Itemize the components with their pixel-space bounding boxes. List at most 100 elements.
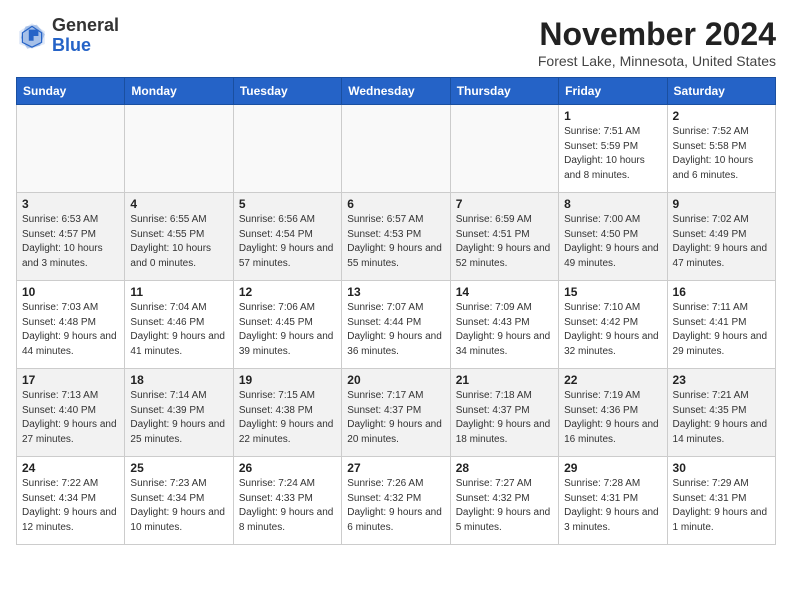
day-info: Sunrise: 7:18 AM Sunset: 4:37 PM Dayligh… xyxy=(456,389,553,447)
day-info: Sunrise: 7:02 AM Sunset: 4:49 PM Dayligh… xyxy=(673,213,770,271)
day-info: Sunrise: 7:29 AM Sunset: 4:31 PM Dayligh… xyxy=(673,477,770,535)
day-number: 24 xyxy=(22,461,119,475)
day-of-week-header: Wednesday xyxy=(342,78,450,105)
calendar-cell: 19Sunrise: 7:15 AM Sunset: 4:38 PM Dayli… xyxy=(233,369,341,457)
day-number: 21 xyxy=(456,373,553,387)
day-info: Sunrise: 6:53 AM Sunset: 4:57 PM Dayligh… xyxy=(22,213,119,271)
day-of-week-header: Sunday xyxy=(17,78,125,105)
day-info: Sunrise: 7:26 AM Sunset: 4:32 PM Dayligh… xyxy=(347,477,444,535)
calendar-cell xyxy=(233,105,341,193)
calendar-cell: 6 Sunrise: 6:57 AM Sunset: 4:53 PM Daylig… xyxy=(342,193,450,281)
day-number: 5 xyxy=(239,197,336,211)
day-info: Sunrise: 7:17 AM Sunset: 4:37 PM Dayligh… xyxy=(347,389,444,447)
day-info: Sunrise: 6:57 AM Sunset: 4:53 PM Dayligh… xyxy=(347,213,444,271)
calendar-cell: 18 Sunrise: 7:14 AM Sunset: 4:39 PM Dayli… xyxy=(125,369,233,457)
calendar-cell: 12Sunrise: 7:06 AM Sunset: 4:45 PM Dayli… xyxy=(233,281,341,369)
calendar-cell: 9 Sunrise: 7:02 AM Sunset: 4:49 PM Daylig… xyxy=(667,193,775,281)
day-info: Sunrise: 7:22 AM Sunset: 4:34 PM Dayligh… xyxy=(22,477,119,535)
day-number: 13 xyxy=(347,285,444,299)
calendar-week-row: 24 Sunrise: 7:22 AM Sunset: 4:34 PM Dayli… xyxy=(17,457,776,545)
day-number: 12 xyxy=(239,285,336,299)
day-number: 19 xyxy=(239,373,336,387)
day-info: Sunrise: 7:28 AM Sunset: 4:31 PM Dayligh… xyxy=(564,477,661,535)
calendar-cell: 24 Sunrise: 7:22 AM Sunset: 4:34 PM Dayli… xyxy=(17,457,125,545)
calendar-week-row: 3 Sunrise: 6:53 AM Sunset: 4:57 PM Daylig… xyxy=(17,193,776,281)
day-info: Sunrise: 7:14 AM Sunset: 4:39 PM Dayligh… xyxy=(130,389,227,447)
day-number: 2 xyxy=(673,109,770,123)
calendar-week-row: 1 Sunrise: 7:51 AM Sunset: 5:59 PM Daylig… xyxy=(17,105,776,193)
day-number: 15 xyxy=(564,285,661,299)
calendar-cell: 28 Sunrise: 7:27 AM Sunset: 4:32 PM Dayli… xyxy=(450,457,558,545)
day-number: 25 xyxy=(130,461,227,475)
calendar-cell: 14 Sunrise: 7:09 AM Sunset: 4:43 PM Dayli… xyxy=(450,281,558,369)
calendar-cell: 22Sunrise: 7:19 AM Sunset: 4:36 PM Dayli… xyxy=(559,369,667,457)
day-info: Sunrise: 7:03 AM Sunset: 4:48 PM Dayligh… xyxy=(22,301,119,359)
title-block: November 2024 Forest Lake, Minnesota, Un… xyxy=(538,16,776,69)
day-info: Sunrise: 6:55 AM Sunset: 4:55 PM Dayligh… xyxy=(130,213,227,271)
day-of-week-header: Monday xyxy=(125,78,233,105)
calendar-cell xyxy=(125,105,233,193)
logo-general-text: General xyxy=(52,15,119,35)
day-info: Sunrise: 7:00 AM Sunset: 4:50 PM Dayligh… xyxy=(564,213,661,271)
day-number: 17 xyxy=(22,373,119,387)
calendar-cell: 20Sunrise: 7:17 AM Sunset: 4:37 PM Dayli… xyxy=(342,369,450,457)
calendar-week-row: 10Sunrise: 7:03 AM Sunset: 4:48 PM Dayli… xyxy=(17,281,776,369)
calendar-cell: 21 Sunrise: 7:18 AM Sunset: 4:37 PM Dayli… xyxy=(450,369,558,457)
day-number: 18 xyxy=(130,373,227,387)
calendar-cell: 4 Sunrise: 6:55 AM Sunset: 4:55 PM Daylig… xyxy=(125,193,233,281)
calendar-cell xyxy=(17,105,125,193)
day-number: 29 xyxy=(564,461,661,475)
calendar-week-row: 17Sunrise: 7:13 AM Sunset: 4:40 PM Dayli… xyxy=(17,369,776,457)
calendar-cell: 15 Sunrise: 7:10 AM Sunset: 4:42 PM Dayli… xyxy=(559,281,667,369)
calendar-cell: 11Sunrise: 7:04 AM Sunset: 4:46 PM Dayli… xyxy=(125,281,233,369)
day-info: Sunrise: 6:59 AM Sunset: 4:51 PM Dayligh… xyxy=(456,213,553,271)
day-number: 1 xyxy=(564,109,661,123)
day-number: 9 xyxy=(673,197,770,211)
calendar-cell: 2 Sunrise: 7:52 AM Sunset: 5:58 PM Daylig… xyxy=(667,105,775,193)
day-number: 22 xyxy=(564,373,661,387)
calendar-cell: 27Sunrise: 7:26 AM Sunset: 4:32 PM Dayli… xyxy=(342,457,450,545)
day-info: Sunrise: 7:51 AM Sunset: 5:59 PM Dayligh… xyxy=(564,125,661,183)
day-info: Sunrise: 7:52 AM Sunset: 5:58 PM Dayligh… xyxy=(673,125,770,183)
day-info: Sunrise: 6:56 AM Sunset: 4:54 PM Dayligh… xyxy=(239,213,336,271)
day-number: 30 xyxy=(673,461,770,475)
calendar-cell: 25 Sunrise: 7:23 AM Sunset: 4:34 PM Dayli… xyxy=(125,457,233,545)
day-info: Sunrise: 7:23 AM Sunset: 4:34 PM Dayligh… xyxy=(130,477,227,535)
day-info: Sunrise: 7:27 AM Sunset: 4:32 PM Dayligh… xyxy=(456,477,553,535)
calendar-cell: 30 Sunrise: 7:29 AM Sunset: 4:31 PM Dayli… xyxy=(667,457,775,545)
day-number: 7 xyxy=(456,197,553,211)
day-of-week-header: Friday xyxy=(559,78,667,105)
calendar-cell: 5 Sunrise: 6:56 AM Sunset: 4:54 PM Daylig… xyxy=(233,193,341,281)
day-info: Sunrise: 7:24 AM Sunset: 4:33 PM Dayligh… xyxy=(239,477,336,535)
day-of-week-header: Tuesday xyxy=(233,78,341,105)
day-number: 6 xyxy=(347,197,444,211)
day-info: Sunrise: 7:07 AM Sunset: 4:44 PM Dayligh… xyxy=(347,301,444,359)
day-of-week-header: Saturday xyxy=(667,78,775,105)
day-number: 3 xyxy=(22,197,119,211)
month-title: November 2024 xyxy=(538,16,776,53)
logo-blue-text: Blue xyxy=(52,35,91,55)
day-number: 4 xyxy=(130,197,227,211)
day-number: 28 xyxy=(456,461,553,475)
calendar-table: SundayMondayTuesdayWednesdayThursdayFrid… xyxy=(16,77,776,545)
calendar-cell: 13 Sunrise: 7:07 AM Sunset: 4:44 PM Dayli… xyxy=(342,281,450,369)
calendar-cell: 23 Sunrise: 7:21 AM Sunset: 4:35 PM Dayli… xyxy=(667,369,775,457)
day-number: 16 xyxy=(673,285,770,299)
day-info: Sunrise: 7:11 AM Sunset: 4:41 PM Dayligh… xyxy=(673,301,770,359)
calendar-cell: 29 Sunrise: 7:28 AM Sunset: 4:31 PM Dayli… xyxy=(559,457,667,545)
calendar-cell: 1 Sunrise: 7:51 AM Sunset: 5:59 PM Daylig… xyxy=(559,105,667,193)
day-number: 14 xyxy=(456,285,553,299)
calendar-header-row: SundayMondayTuesdayWednesdayThursdayFrid… xyxy=(17,78,776,105)
day-info: Sunrise: 7:10 AM Sunset: 4:42 PM Dayligh… xyxy=(564,301,661,359)
day-info: Sunrise: 7:21 AM Sunset: 4:35 PM Dayligh… xyxy=(673,389,770,447)
day-number: 8 xyxy=(564,197,661,211)
day-info: Sunrise: 7:04 AM Sunset: 4:46 PM Dayligh… xyxy=(130,301,227,359)
calendar-cell: 16 Sunrise: 7:11 AM Sunset: 4:41 PM Dayli… xyxy=(667,281,775,369)
calendar-cell: 7 Sunrise: 6:59 AM Sunset: 4:51 PM Daylig… xyxy=(450,193,558,281)
calendar-cell: 8 Sunrise: 7:00 AM Sunset: 4:50 PM Daylig… xyxy=(559,193,667,281)
calendar-cell: 17Sunrise: 7:13 AM Sunset: 4:40 PM Dayli… xyxy=(17,369,125,457)
day-of-week-header: Thursday xyxy=(450,78,558,105)
logo-icon xyxy=(16,20,48,52)
day-info: Sunrise: 7:09 AM Sunset: 4:43 PM Dayligh… xyxy=(456,301,553,359)
day-number: 23 xyxy=(673,373,770,387)
